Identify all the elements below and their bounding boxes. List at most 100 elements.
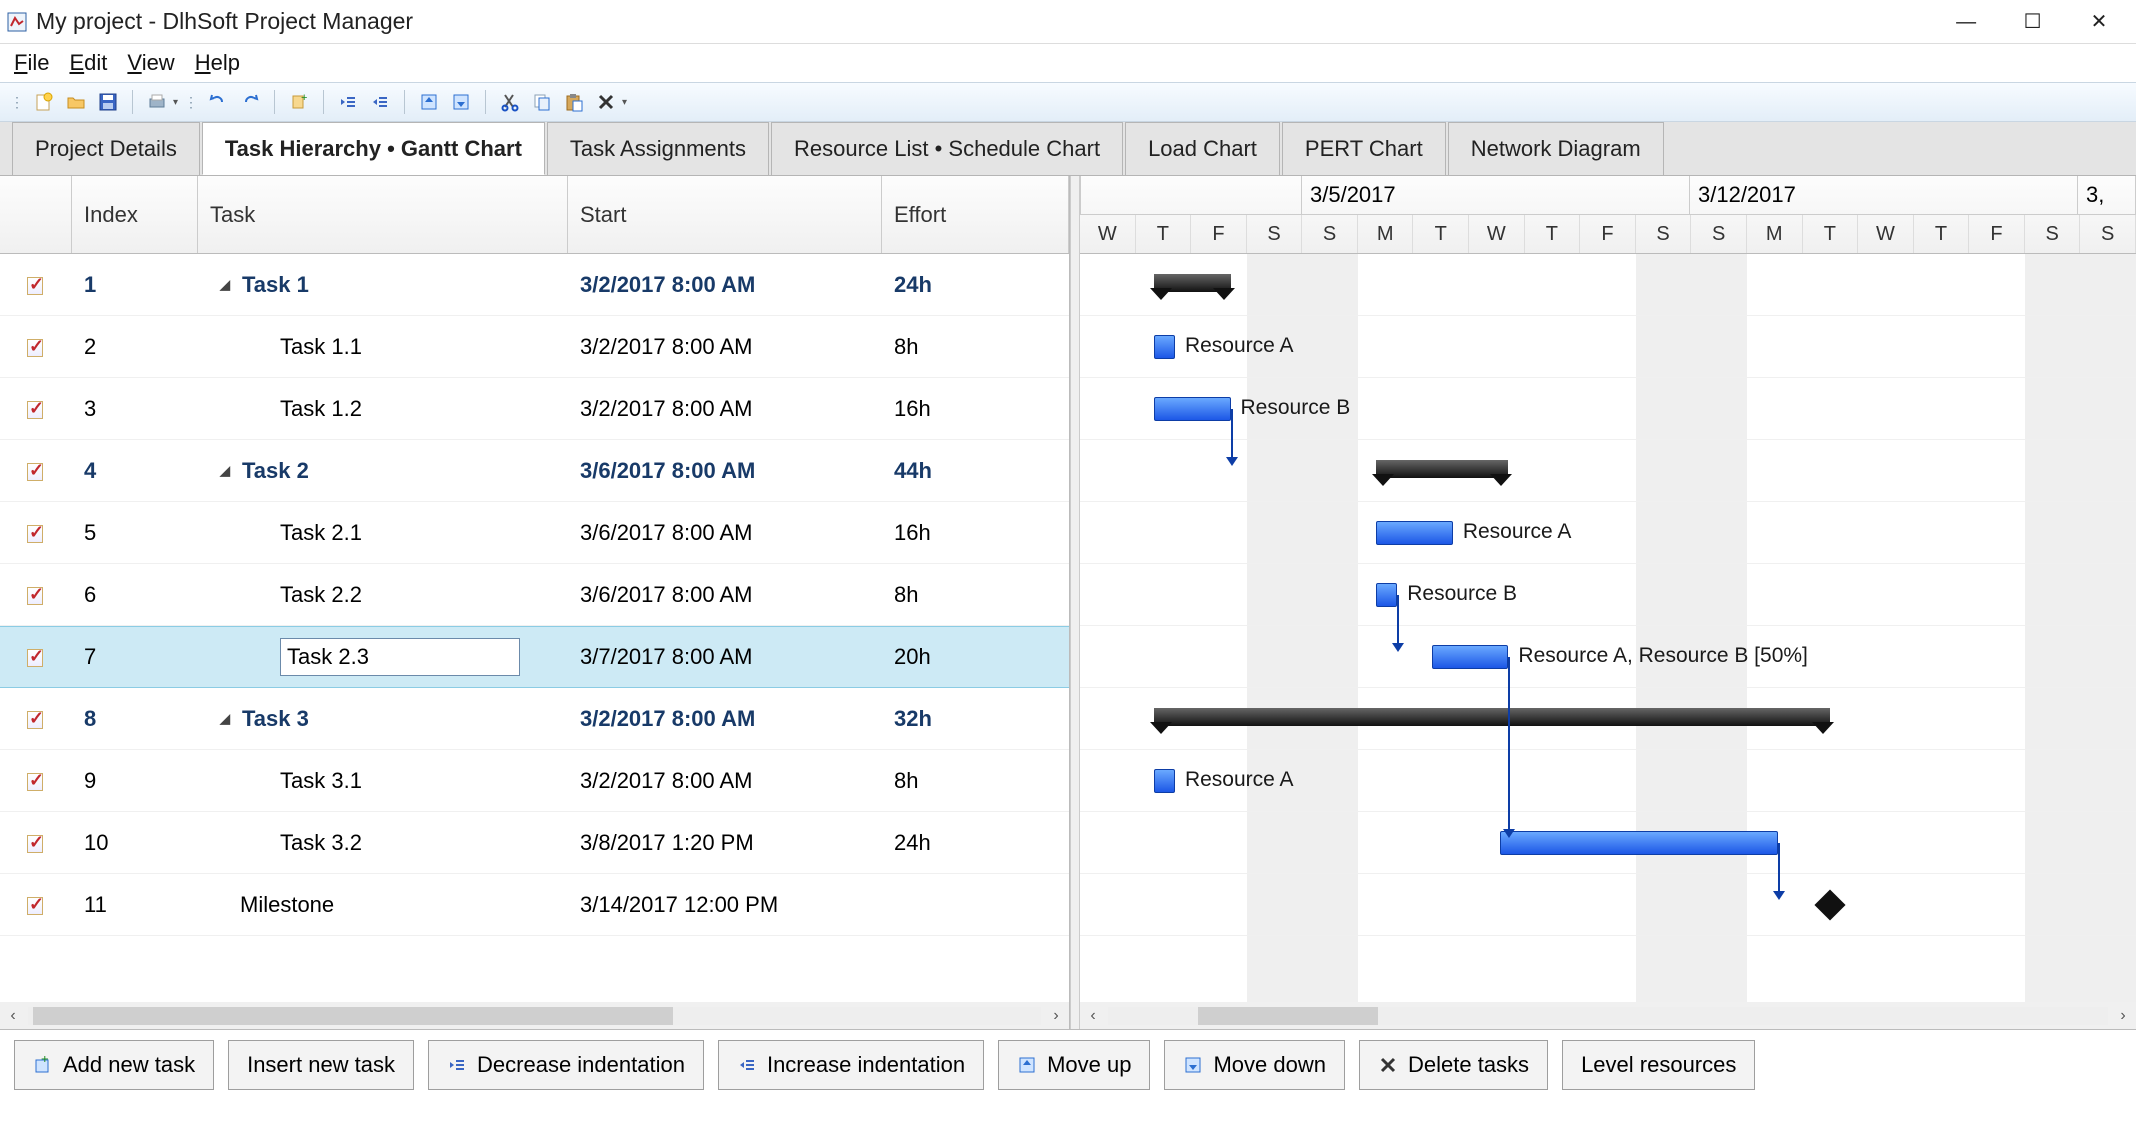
paste-icon[interactable]: [560, 88, 588, 116]
column-header-task[interactable]: Task: [198, 176, 568, 253]
close-button[interactable]: ✕: [2068, 1, 2130, 41]
dependency-arrowhead-icon: [1503, 829, 1515, 838]
row-icon-cell: [0, 274, 72, 296]
timeline-scroll-right-icon[interactable]: ›: [2110, 1003, 2136, 1029]
column-header-icon[interactable]: [0, 176, 72, 253]
tab-network-diagram[interactable]: Network Diagram: [1448, 122, 1664, 175]
menu-view[interactable]: View: [127, 50, 174, 76]
collapse-toggle-icon[interactable]: ◢: [220, 463, 234, 479]
task-bar[interactable]: [1154, 769, 1175, 793]
menu-file[interactable]: File: [14, 50, 49, 76]
splitter[interactable]: [1070, 176, 1080, 1029]
task-bar[interactable]: [1154, 335, 1175, 359]
row-icon-cell: [0, 584, 72, 606]
grid-row[interactable]: 2 Task 1.1 3/2/2017 8:00 AM 8h: [0, 316, 1069, 378]
copy-icon[interactable]: [528, 88, 556, 116]
collapse-toggle-icon[interactable]: ◢: [220, 277, 234, 293]
indent-icon[interactable]: [366, 88, 394, 116]
tab-pert-chart[interactable]: PERT Chart: [1282, 122, 1446, 175]
assignments-label: Resource B: [1407, 582, 1517, 606]
open-folder-icon[interactable]: [62, 88, 90, 116]
grid-row[interactable]: 11 Milestone 3/14/2017 12:00 PM: [0, 874, 1069, 936]
grid-row[interactable]: 3 Task 1.2 3/2/2017 8:00 AM 16h: [0, 378, 1069, 440]
menu-edit[interactable]: Edit: [69, 50, 107, 76]
tab-task-hierarchy-gantt[interactable]: Task Hierarchy • Gantt Chart: [202, 122, 545, 175]
bottom-toolbar: +Add new task Insert new task Decrease i…: [0, 1030, 2136, 1100]
milestone-diamond[interactable]: [1815, 889, 1846, 920]
increase-indentation-button[interactable]: Increase indentation: [718, 1040, 984, 1090]
row-effort: 8h: [882, 334, 1069, 360]
task-bar[interactable]: [1376, 521, 1452, 545]
outdent-icon[interactable]: [334, 88, 362, 116]
day-header-cell: F: [1580, 215, 1636, 253]
undo-icon[interactable]: [204, 88, 232, 116]
task-bar[interactable]: [1154, 397, 1230, 421]
tab-project-details[interactable]: Project Details: [12, 122, 200, 175]
grid-row[interactable]: 5 Task 2.1 3/6/2017 8:00 AM 16h: [0, 502, 1069, 564]
save-icon[interactable]: [94, 88, 122, 116]
print-icon[interactable]: [143, 88, 171, 116]
toolbar-overflow-icon[interactable]: ▾: [622, 97, 627, 108]
grid-row[interactable]: 6 Task 2.2 3/6/2017 8:00 AM 8h: [0, 564, 1069, 626]
add-new-task-button[interactable]: +Add new task: [14, 1040, 214, 1090]
grid-row[interactable]: 4 ◢Task 2 3/6/2017 8:00 AM 44h: [0, 440, 1069, 502]
move-down-button[interactable]: Move down: [1164, 1040, 1345, 1090]
add-item-icon[interactable]: +: [285, 88, 313, 116]
task-bar[interactable]: [1376, 583, 1397, 607]
minimize-button[interactable]: —: [1935, 2, 1997, 42]
grid-hscroll[interactable]: ‹ ›: [0, 1002, 1069, 1029]
row-start: 3/14/2017 12:00 PM: [568, 892, 882, 918]
task-name-input[interactable]: [280, 638, 520, 676]
tab-task-assignments[interactable]: Task Assignments: [547, 122, 769, 175]
tab-resource-list-schedule[interactable]: Resource List • Schedule Chart: [771, 122, 1123, 175]
timeline-row: [1080, 440, 2136, 502]
grid-row[interactable]: 8 ◢Task 3 3/2/2017 8:00 AM 32h: [0, 688, 1069, 750]
timeline-header: 3/5/2017 3/12/2017 3, WTFSSMTWTFSSMTWTFS…: [1080, 176, 2136, 254]
tab-load-chart[interactable]: Load Chart: [1125, 122, 1280, 175]
level-resources-button[interactable]: Level resources: [1562, 1040, 1755, 1090]
grid-row[interactable]: 1 ◢Task 1 3/2/2017 8:00 AM 24h: [0, 254, 1069, 316]
day-header-cell: S: [1636, 215, 1692, 253]
timeline-scroll-left-icon[interactable]: ‹: [1080, 1003, 1106, 1029]
timeline-hscroll[interactable]: ‹ ›: [1080, 1002, 2136, 1029]
summary-bar[interactable]: [1154, 708, 1830, 726]
task-check-icon: [25, 522, 47, 544]
day-header-cell: F: [1969, 215, 2025, 253]
move-up-icon[interactable]: [415, 88, 443, 116]
row-index: 4: [72, 458, 198, 484]
svg-text:+: +: [301, 92, 307, 104]
tab-strip: Project Details Task Hierarchy • Gantt C…: [0, 122, 2136, 176]
decrease-indentation-button[interactable]: Decrease indentation: [428, 1040, 704, 1090]
insert-new-task-button[interactable]: Insert new task: [228, 1040, 414, 1090]
print-dropdown-icon[interactable]: ▾: [173, 97, 178, 108]
grid-row[interactable]: 7 3/7/2017 8:00 AM 20h: [0, 626, 1069, 688]
new-file-icon[interactable]: [30, 88, 58, 116]
task-bar[interactable]: [1432, 645, 1508, 669]
move-down-icon[interactable]: [447, 88, 475, 116]
assignments-label: Resource A, Resource B [50%]: [1518, 644, 1807, 668]
column-header-index[interactable]: Index: [72, 176, 198, 253]
column-header-start[interactable]: Start: [568, 176, 882, 253]
grid-row[interactable]: 9 Task 3.1 3/2/2017 8:00 AM 8h: [0, 750, 1069, 812]
move-up-button[interactable]: Move up: [998, 1040, 1150, 1090]
titlebar: My project - DlhSoft Project Manager — ☐…: [0, 0, 2136, 44]
scroll-left-icon[interactable]: ‹: [0, 1003, 26, 1029]
column-header-effort[interactable]: Effort: [882, 176, 1069, 253]
row-index: 8: [72, 706, 198, 732]
summary-bar[interactable]: [1154, 274, 1230, 292]
cut-icon[interactable]: [496, 88, 524, 116]
timeline-body[interactable]: Resource AResource BResource AResource B…: [1080, 254, 2136, 1002]
delete-icon[interactable]: [592, 88, 620, 116]
task-bar[interactable]: [1500, 831, 1778, 855]
grid-row[interactable]: 10 Task 3.2 3/8/2017 1:20 PM 24h: [0, 812, 1069, 874]
redo-icon[interactable]: [236, 88, 264, 116]
arrow-up-icon: [1017, 1055, 1037, 1075]
timeline-row: Resource B: [1080, 378, 2136, 440]
menu-help[interactable]: Help: [195, 50, 240, 76]
scroll-right-icon[interactable]: ›: [1043, 1003, 1069, 1029]
row-icon-cell: [0, 336, 72, 358]
summary-bar[interactable]: [1376, 460, 1508, 478]
delete-tasks-button[interactable]: Delete tasks: [1359, 1040, 1548, 1090]
maximize-button[interactable]: ☐: [2002, 1, 2064, 41]
collapse-toggle-icon[interactable]: ◢: [220, 711, 234, 727]
